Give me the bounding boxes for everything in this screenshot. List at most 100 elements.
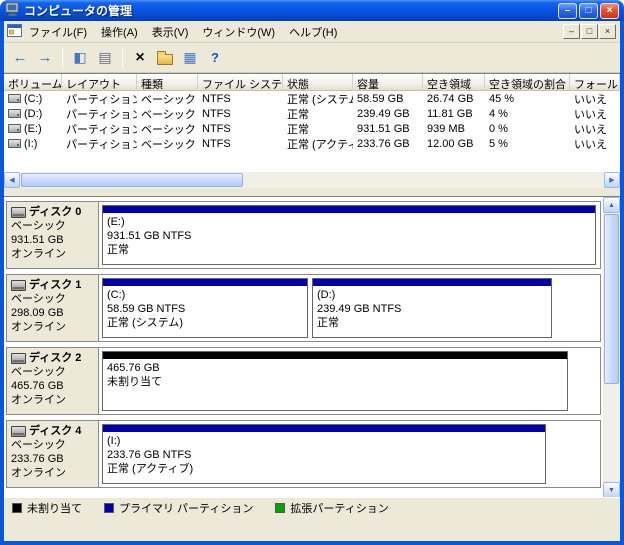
- mdi-minimize-button[interactable]: –: [563, 24, 580, 39]
- disk-row-1: ディスク 1 ベーシック 298.09 GB オンライン (C:) 58.59 …: [6, 274, 601, 342]
- app-icon[interactable]: [5, 2, 20, 19]
- menu-item-action[interactable]: 操作(A): [94, 21, 145, 43]
- views-icon: ▦: [183, 49, 197, 65]
- cell-text: 正常: [287, 123, 309, 136]
- column-header-type[interactable]: 種類: [137, 74, 198, 91]
- disk-2-info[interactable]: ディスク 2 ベーシック 465.76 GB オンライン: [7, 348, 99, 414]
- column-header-status[interactable]: 状態: [283, 74, 353, 91]
- cell-text: いいえ: [574, 93, 607, 106]
- minimize-button[interactable]: –: [558, 2, 577, 19]
- toolbar-forward-button[interactable]: →: [33, 46, 57, 69]
- legend-color-extended: [275, 502, 286, 513]
- legend-color-unallocated: [12, 502, 22, 513]
- volume-row-c[interactable]: (C:) パーティション ベーシック NTFS 正常 (システム) 58.59 …: [4, 91, 620, 106]
- partition-text: (C:) 58.59 GB NTFS 正常 (システム): [103, 286, 307, 332]
- partition-text: (D:) 239.49 GB NTFS 正常: [313, 286, 551, 332]
- partition-color-bar: [103, 352, 567, 359]
- show-console-tree-icon: ◧: [73, 49, 87, 65]
- mdi-restore-button[interactable]: □: [581, 24, 598, 39]
- partition-label: (D:): [317, 289, 336, 301]
- column-header-fault[interactable]: フォール: [570, 74, 620, 91]
- partition-c[interactable]: (C:) 58.59 GB NTFS 正常 (システム): [102, 278, 308, 338]
- unallocated-region[interactable]: 465.76 GB 未割り当て: [102, 351, 568, 411]
- volume-row-e[interactable]: (E:) パーティション ベーシック NTFS 正常 931.51 GB 939…: [4, 121, 620, 136]
- column-header-capacity[interactable]: 容量: [353, 74, 423, 91]
- disk-name-text: ディスク 2: [29, 352, 82, 364]
- toolbar-views-button[interactable]: ▦: [178, 46, 202, 69]
- cell-text: 正常: [287, 108, 309, 121]
- titlebar[interactable]: コンピュータの管理 – □ ×: [0, 0, 624, 21]
- column-header-freepct[interactable]: 空き領域の割合: [485, 74, 570, 91]
- partition-status: 正常 (システム): [107, 317, 184, 329]
- scroll-up-arrow[interactable]: ▲: [603, 197, 620, 213]
- volume-list-header: ボリューム レイアウト 種類 ファイル システム 状態 容量 空き領域 空き領域…: [4, 74, 620, 91]
- toolbar-back-button[interactable]: ←: [8, 46, 32, 69]
- pane-splitter[interactable]: [4, 188, 620, 196]
- volume-cell: (E:): [4, 123, 62, 135]
- column-header-filesystem[interactable]: ファイル システム: [198, 74, 283, 91]
- disk-size: 465.76 GB: [11, 380, 64, 392]
- column-header-layout[interactable]: レイアウト: [62, 74, 137, 91]
- volume-list-pane: ボリューム レイアウト 種類 ファイル システム 状態 容量 空き領域 空き領域…: [4, 73, 620, 172]
- cell-text: 939 MB: [427, 122, 465, 135]
- harddisk-icon: [11, 206, 26, 218]
- disk-row-0: ディスク 0 ベーシック 931.51 GB オンライン (E:) 931.51…: [6, 201, 601, 269]
- horizontal-scrollbar[interactable]: ◀ ▶: [4, 172, 620, 188]
- toolbar-separator: [122, 47, 123, 68]
- cell-text: ベーシック: [141, 93, 196, 106]
- menu-item-file[interactable]: ファイル(F): [22, 21, 94, 43]
- partition-i[interactable]: (I:) 233.76 GB NTFS 正常 (アクティブ): [102, 424, 546, 484]
- toolbar-console-tree-button[interactable]: ◧: [68, 46, 92, 69]
- maximize-button[interactable]: □: [579, 2, 598, 19]
- column-header-freespace[interactable]: 空き領域: [423, 74, 485, 91]
- toolbar-help-button[interactable]: ?: [203, 46, 227, 69]
- cell-text: (E:): [24, 122, 42, 135]
- cell-text: 45 %: [489, 92, 515, 105]
- partition-color-bar: [103, 425, 545, 432]
- close-button[interactable]: ×: [600, 2, 619, 19]
- partition-info: 239.49 GB NTFS: [317, 303, 402, 315]
- cell-text: NTFS: [202, 122, 231, 135]
- toolbar-properties-button[interactable]: ▤: [93, 46, 117, 69]
- scroll-down-arrow[interactable]: ▼: [603, 482, 620, 498]
- drive-icon: [8, 124, 21, 133]
- mdi-close-button[interactable]: ×: [599, 24, 616, 39]
- cell-text: (I:): [24, 137, 38, 150]
- cell-text: NTFS: [202, 137, 231, 150]
- legend-label: プライマリ パーティション: [119, 502, 254, 515]
- volume-row-i[interactable]: (I:) パーティション ベーシック NTFS 正常 (アクティブ) 233.7…: [4, 136, 620, 151]
- vertical-scrollbar[interactable]: ▲ ▼: [603, 197, 620, 498]
- disk-type: ベーシック: [11, 220, 66, 232]
- menu-item-help[interactable]: ヘルプ(H): [282, 21, 344, 43]
- partition-e[interactable]: (E:) 931.51 GB NTFS 正常: [102, 205, 596, 265]
- cell-text: いいえ: [574, 108, 607, 121]
- scroll-right-arrow[interactable]: ▶: [604, 172, 620, 188]
- cell-text: 58.59 GB: [357, 92, 404, 105]
- partition-color-bar: [103, 206, 595, 213]
- cell-text: 239.49 GB: [357, 107, 410, 120]
- legend-label: 拡張パーティション: [290, 502, 389, 515]
- vertical-scroll-thumb[interactable]: [604, 214, 619, 384]
- disk-0-info[interactable]: ディスク 0 ベーシック 931.51 GB オンライン: [7, 202, 99, 268]
- mdi-window-controls: – □ ×: [563, 24, 616, 39]
- disk-1-info[interactable]: ディスク 1 ベーシック 298.09 GB オンライン: [7, 275, 99, 341]
- disk-size: 931.51 GB: [11, 234, 64, 246]
- volume-cell: (C:): [4, 93, 62, 105]
- partition-text: 465.76 GB 未割り当て: [103, 359, 567, 391]
- toolbar: ← → ◧ ▤ × ▦ ?: [4, 43, 620, 73]
- disk-4-info[interactable]: ディスク 4 ベーシック 233.76 GB オンライン: [7, 421, 99, 487]
- console-window-icon[interactable]: [7, 23, 22, 40]
- drive-icon: [8, 109, 21, 118]
- cell-text: ベーシック: [141, 123, 196, 136]
- horizontal-scroll-thumb[interactable]: [21, 173, 243, 187]
- menu-item-view[interactable]: 表示(V): [145, 21, 196, 43]
- cell-text: パーティション: [66, 93, 137, 106]
- toolbar-open-button[interactable]: [153, 46, 177, 69]
- menu-item-window[interactable]: ウィンドウ(W): [195, 21, 282, 43]
- toolbar-delete-button[interactable]: ×: [128, 46, 152, 69]
- volume-row-d[interactable]: (D:) パーティション ベーシック NTFS 正常 239.49 GB 11.…: [4, 106, 620, 121]
- partition-d[interactable]: (D:) 239.49 GB NTFS 正常: [312, 278, 552, 338]
- cell-text: いいえ: [574, 138, 607, 151]
- column-header-volume[interactable]: ボリューム: [4, 74, 62, 91]
- scroll-left-arrow[interactable]: ◀: [4, 172, 20, 188]
